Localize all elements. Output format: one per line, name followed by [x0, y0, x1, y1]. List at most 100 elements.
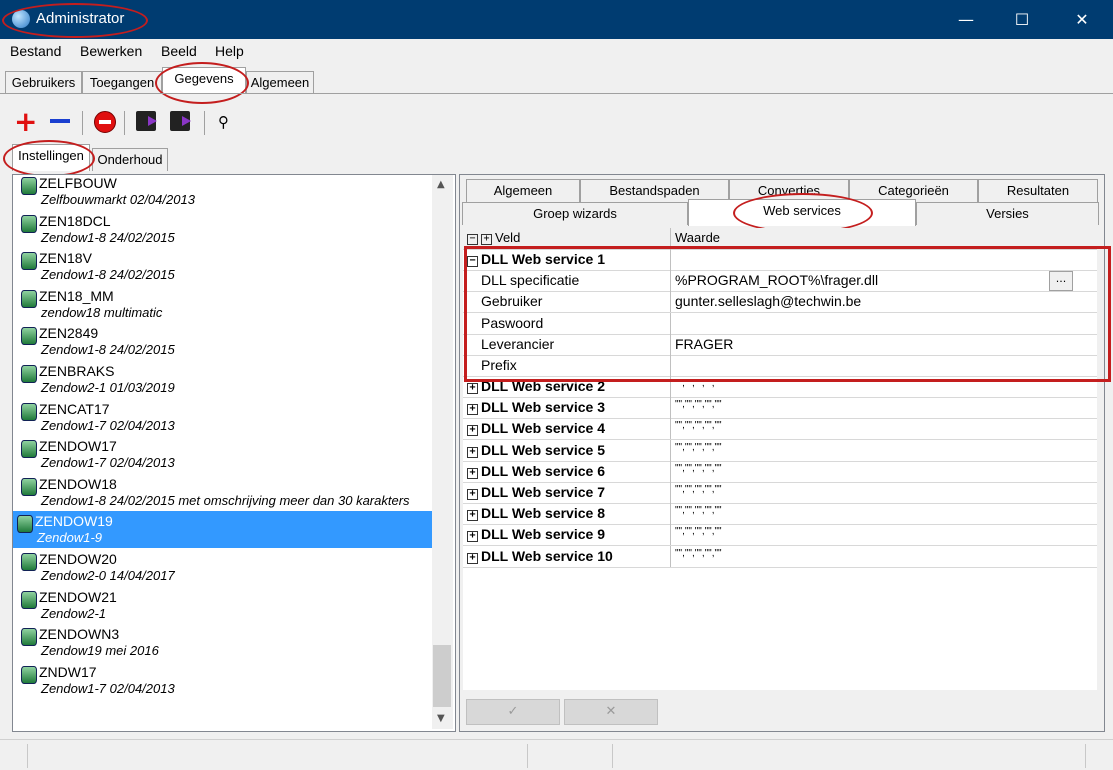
list-item[interactable]: ZNDW17 Zendow1-7 02/04/2013 — [17, 662, 433, 699]
expand-icon[interactable]: + — [467, 425, 478, 437]
group-row-collapsed[interactable]: + DLL Web service 9 "","","","","" — [463, 524, 1097, 547]
add-icon[interactable]: + — [14, 105, 37, 139]
database-icon — [21, 402, 37, 421]
group-value: "","","","","" — [675, 505, 722, 517]
collapse-all-icon[interactable]: − — [467, 234, 478, 245]
col-waarde: Waarde — [675, 230, 721, 245]
list-item[interactable]: ZEN18V Zendow1-8 24/02/2015 — [17, 248, 433, 285]
item-name: ZENDOW18 — [39, 475, 117, 492]
tab-resultaten[interactable]: Resultaten — [978, 179, 1098, 202]
list-item[interactable]: ZEN2849 Zendow1-8 24/02/2015 — [17, 323, 433, 360]
database-icon — [21, 327, 37, 346]
list-item[interactable]: ZENDOW21 Zendow2-1 — [17, 587, 433, 624]
group-label: DLL Web service 10 — [481, 547, 613, 564]
scroll-up-icon[interactable]: ▲ — [437, 179, 445, 190]
export-icon[interactable] — [136, 111, 157, 131]
group-value: "","","","","" — [675, 462, 722, 474]
expand-icon[interactable]: + — [467, 489, 478, 500]
expand-all-icon[interactable]: + — [481, 234, 492, 245]
annotation-circle — [2, 3, 148, 38]
import-icon[interactable] — [170, 111, 191, 131]
group-row-collapsed[interactable]: + DLL Web service 10 "","","","","" — [463, 545, 1097, 568]
group-label: DLL Web service 8 — [481, 505, 605, 522]
list-item[interactable]: ZEN18_MM zendow18 multimatic — [17, 286, 433, 323]
annotation-circle — [155, 62, 249, 104]
expand-icon[interactable]: + — [467, 552, 478, 564]
item-description: Zendow1-7 02/04/2013 — [41, 417, 175, 433]
item-name: ZEN18DCL — [39, 212, 111, 229]
group-row-collapsed[interactable]: + DLL Web service 5 "","","","","" — [463, 439, 1097, 462]
status-bar — [0, 739, 1113, 770]
cancel-button[interactable]: ✕ — [564, 699, 658, 725]
minimize-button[interactable]: — — [943, 0, 989, 39]
group-row-collapsed[interactable]: + DLL Web service 8 "","","","","" — [463, 503, 1097, 526]
list-item[interactable]: ZENDOW17 Zendow1-7 02/04/2013 — [17, 436, 433, 473]
database-icon — [21, 590, 37, 609]
item-description: Zendow19 mei 2016 — [41, 643, 159, 659]
item-description: Zelfbouwmarkt 02/04/2013 — [41, 192, 195, 207]
maximize-button[interactable]: ☐ — [999, 0, 1045, 39]
list-item[interactable]: ZEN18DCL Zendow1-8 24/02/2015 — [17, 211, 433, 248]
group-value: "","","","","" — [675, 484, 722, 495]
database-icon — [21, 289, 37, 308]
tab-algemeen-settings[interactable]: Algemeen — [466, 179, 580, 202]
group-row-collapsed[interactable]: + DLL Web service 4 "","","","","" — [463, 418, 1097, 441]
tab-onderhoud[interactable]: Onderhoud — [92, 148, 168, 171]
item-description: Zendow2-0 14/04/2017 — [41, 568, 175, 583]
list-item[interactable]: ZENDOW18 Zendow1-8 24/02/2015 met omschri… — [17, 474, 433, 511]
annotation-circle — [3, 140, 95, 177]
item-name: ZENDOW20 — [39, 551, 117, 567]
scroll-down-icon[interactable]: ▼ — [437, 713, 445, 724]
database-icon — [21, 214, 37, 233]
menu-bewerken[interactable]: Bewerken — [80, 43, 142, 59]
list-item[interactable]: ZENDOWN3 Zendow19 mei 2016 — [17, 624, 433, 661]
item-name: ZENBRAKS — [39, 363, 115, 379]
group-row-collapsed[interactable]: + DLL Web service 3 "","","","","" — [463, 397, 1097, 420]
group-value: "","","","","" — [675, 399, 722, 411]
tab-versies[interactable]: Versies — [916, 202, 1099, 225]
expand-icon[interactable]: + — [467, 404, 478, 416]
tab-gebruikers[interactable]: Gebruikers — [5, 71, 82, 94]
database-icon — [21, 177, 37, 195]
group-row-collapsed[interactable]: + DLL Web service 6 "","","","","" — [463, 460, 1097, 483]
vertical-scrollbar[interactable]: ▲ ▼ — [432, 175, 453, 729]
list-item[interactable]: ZENDOW20 Zendow2-0 14/04/2017 — [17, 549, 433, 586]
menu-bestand[interactable]: Bestand — [10, 43, 61, 59]
database-icon — [17, 515, 33, 534]
list-item[interactable]: ZENDOW19 Zendow1-9 — [13, 511, 433, 549]
database-icon — [21, 553, 37, 571]
item-name: ZNDW17 — [39, 663, 97, 680]
remove-icon[interactable] — [50, 119, 70, 123]
item-name: ZEN18_MM — [39, 287, 114, 304]
expand-icon[interactable]: + — [467, 383, 478, 394]
expand-icon[interactable]: + — [467, 446, 478, 458]
stop-icon[interactable] — [94, 111, 116, 133]
tab-toegangen[interactable]: Toegangen — [82, 71, 162, 94]
item-description: Zendow1-8 24/02/2015 met omschrijving me… — [41, 492, 410, 508]
toolbar: + ⚲ — [8, 105, 308, 139]
item-description: Zendow1-8 24/02/2015 — [41, 267, 175, 283]
group-row-collapsed[interactable]: + DLL Web service 7 "","","","","" — [463, 482, 1097, 504]
tab-algemeen[interactable]: Algemeen — [246, 71, 314, 94]
expand-icon[interactable]: + — [467, 531, 478, 543]
menu-beeld[interactable]: Beeld — [161, 43, 197, 59]
database-icon — [21, 477, 37, 496]
group-label: DLL Web service 5 — [481, 441, 605, 458]
list-item[interactable]: ZELFBOUW Zelfbouwmarkt 02/04/2013 — [17, 175, 433, 210]
group-label: DLL Web service 6 — [481, 462, 605, 479]
toolbar-separator — [82, 111, 83, 135]
close-button[interactable]: ✕ — [1059, 0, 1105, 39]
group-label: DLL Web service 4 — [481, 420, 605, 437]
expand-icon[interactable]: + — [467, 467, 478, 479]
menu-help[interactable]: Help — [215, 43, 244, 59]
list-item[interactable]: ZENBRAKS Zendow2-1 01/03/2019 — [17, 361, 433, 398]
group-label: DLL Web service 7 — [481, 484, 605, 500]
ok-button[interactable]: ✓ — [466, 699, 560, 725]
scrollbar-thumb[interactable] — [433, 645, 451, 707]
item-name: ZENCAT17 — [39, 400, 110, 417]
expand-icon[interactable]: + — [467, 510, 478, 522]
list-item[interactable]: ZENCAT17 Zendow1-7 02/04/2013 — [17, 399, 433, 436]
search-icon[interactable]: ⚲ — [218, 113, 229, 131]
database-icon — [21, 628, 37, 647]
tab-groep-wizards[interactable]: Groep wizards — [462, 202, 688, 225]
